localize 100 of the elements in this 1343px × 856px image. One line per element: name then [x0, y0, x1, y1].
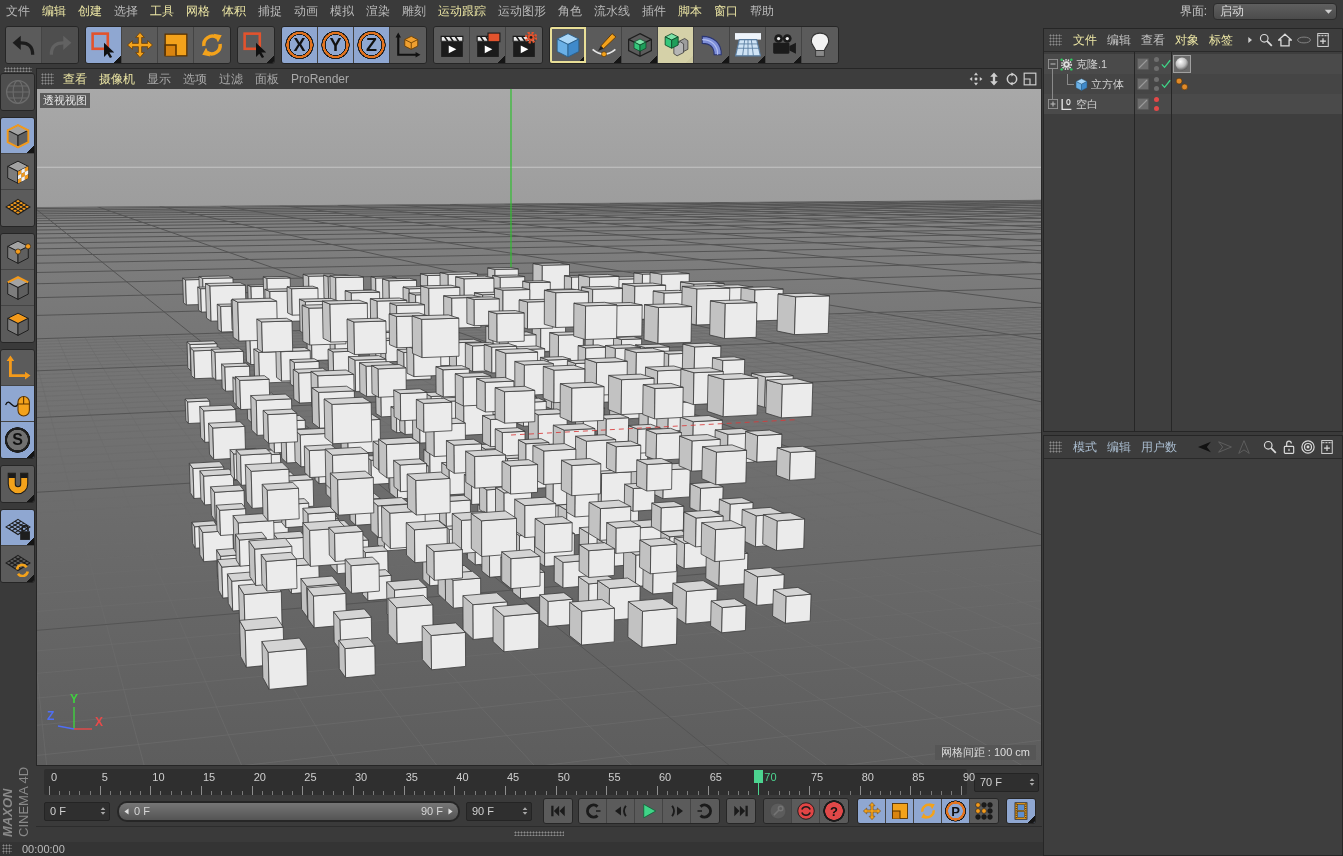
menu-item[interactable]: 对象 [1170, 31, 1204, 49]
grip-icon[interactable] [514, 830, 564, 836]
subdivision-button[interactable] [622, 27, 658, 63]
texture-mode-button[interactable] [1, 154, 34, 190]
object-row[interactable]: 克隆.1 [1044, 54, 1342, 74]
grip-icon[interactable] [1049, 34, 1062, 46]
end-frame-field[interactable]: 90 F [466, 801, 532, 821]
slashed-square-icon[interactable] [1137, 78, 1149, 90]
menu-item[interactable]: 体积 [216, 0, 252, 22]
status-dot[interactable] [1154, 77, 1159, 82]
auto-key-button[interactable] [792, 799, 820, 823]
object-name[interactable]: 克隆.1 [1076, 56, 1108, 72]
object-name[interactable]: 空白 [1076, 96, 1098, 112]
menu-item[interactable]: 查看 [1136, 31, 1170, 49]
render-button[interactable] [470, 27, 506, 63]
live-selection-button[interactable] [86, 27, 122, 63]
slashed-square-icon[interactable] [1137, 58, 1149, 70]
key-position-button[interactable] [858, 799, 886, 823]
grip-icon[interactable] [3, 67, 32, 72]
start-frame-field[interactable]: 0 F [44, 801, 110, 821]
edges-mode-button[interactable] [1, 270, 34, 306]
menu-item[interactable]: 窗口 [708, 0, 744, 22]
menu-item[interactable]: 帮助 [744, 0, 780, 22]
tweak-mode-button[interactable] [1, 386, 34, 422]
padlock-icon[interactable] [1282, 440, 1296, 454]
collapse-icon[interactable] [1048, 59, 1058, 69]
move-button[interactable] [122, 27, 158, 63]
check-icon[interactable] [1161, 59, 1171, 69]
menu-item[interactable]: ProRender [285, 72, 356, 86]
menu-item[interactable]: 查看 [57, 70, 93, 88]
scale-button[interactable] [158, 27, 194, 63]
oval-icon[interactable] [1297, 33, 1311, 47]
polygons-mode-button[interactable] [1, 306, 34, 342]
status-dot[interactable] [1154, 57, 1159, 62]
menu-item[interactable]: 工具 [144, 0, 180, 22]
rotate-button[interactable] [194, 27, 230, 63]
coordinate-system-button[interactable] [390, 27, 426, 63]
object-row[interactable]: 立方体 [1044, 74, 1342, 94]
status-dot[interactable] [1154, 86, 1159, 91]
target-icon[interactable] [1301, 440, 1315, 454]
menu-item[interactable]: 网格 [180, 0, 216, 22]
left-arrow-icon[interactable] [123, 806, 130, 816]
play-button[interactable] [635, 799, 663, 823]
sphere-icon[interactable] [1173, 55, 1191, 73]
frame-range-slider[interactable]: 0 F 90 F [119, 802, 458, 820]
object-name[interactable]: 立方体 [1091, 76, 1124, 92]
menu-item[interactable]: 编辑 [1102, 31, 1136, 49]
menu-item[interactable]: 显示 [141, 70, 177, 88]
grid-align-button[interactable] [1, 546, 34, 582]
grip-icon[interactable] [41, 73, 54, 85]
menu-item[interactable]: 用户数 [1136, 438, 1182, 456]
previous-key-button[interactable] [579, 799, 607, 823]
model-mode-button[interactable] [1, 118, 34, 154]
light-button[interactable] [802, 27, 838, 63]
rotate-view-icon[interactable] [1005, 72, 1019, 86]
status-dot[interactable] [1154, 66, 1159, 71]
floor-button[interactable] [730, 27, 766, 63]
menu-item[interactable]: 插件 [636, 0, 672, 22]
menu-item[interactable]: 渲染 [360, 0, 396, 22]
key-point-level-button[interactable] [970, 799, 998, 823]
menu-item[interactable]: 角色 [552, 0, 588, 22]
menu-item[interactable]: 模拟 [324, 0, 360, 22]
workplane-mode-button[interactable] [1, 190, 34, 226]
previous-frame-button[interactable] [607, 799, 635, 823]
menu-item[interactable]: 创建 [72, 0, 108, 22]
axis-mode-button[interactable] [1, 350, 34, 386]
layout-icon[interactable] [1023, 72, 1037, 86]
menu-item[interactable]: 雕刻 [396, 0, 432, 22]
menu-item[interactable]: 捕捉 [252, 0, 288, 22]
expand-icon[interactable] [1048, 99, 1058, 109]
grip-icon[interactable] [1049, 441, 1062, 453]
grid-lock-button[interactable] [1, 510, 34, 546]
status-dot[interactable] [1154, 97, 1159, 102]
menu-item[interactable]: 过滤 [213, 70, 249, 88]
menu-item[interactable]: 运动图形 [492, 0, 552, 22]
deformer-button[interactable] [694, 27, 730, 63]
new-panel-icon[interactable] [1316, 33, 1330, 47]
home-icon[interactable] [1278, 33, 1292, 47]
spin-arrows-icon[interactable] [1028, 777, 1036, 787]
triangle-right-icon[interactable] [1246, 35, 1254, 45]
menu-item[interactable]: 文件 [1068, 31, 1102, 49]
current-frame-field[interactable]: 70 F [974, 772, 1039, 792]
grip-icon[interactable] [2, 844, 12, 854]
menu-item[interactable]: 模式 [1068, 438, 1102, 456]
menu-item[interactable]: 编辑 [1102, 438, 1136, 456]
dots-icon[interactable] [1173, 75, 1191, 93]
search-icon[interactable] [1259, 33, 1273, 47]
slashed-square-icon[interactable] [1137, 98, 1149, 110]
y-axis-button[interactable]: Y [318, 27, 354, 63]
timeline-button[interactable] [1007, 799, 1035, 823]
points-mode-button[interactable] [1, 234, 34, 270]
next-frame-button[interactable] [663, 799, 691, 823]
object-row[interactable]: 空白 [1044, 94, 1342, 114]
layout-dropdown[interactable]: 启动 [1213, 2, 1337, 20]
menu-item[interactable]: 编辑 [36, 0, 72, 22]
menu-item[interactable]: 面板 [249, 70, 285, 88]
snap-button[interactable]: S [1, 422, 34, 458]
status-dot[interactable] [1154, 106, 1159, 111]
menu-item[interactable]: 流水线 [588, 0, 636, 22]
undo-button[interactable] [6, 27, 42, 63]
